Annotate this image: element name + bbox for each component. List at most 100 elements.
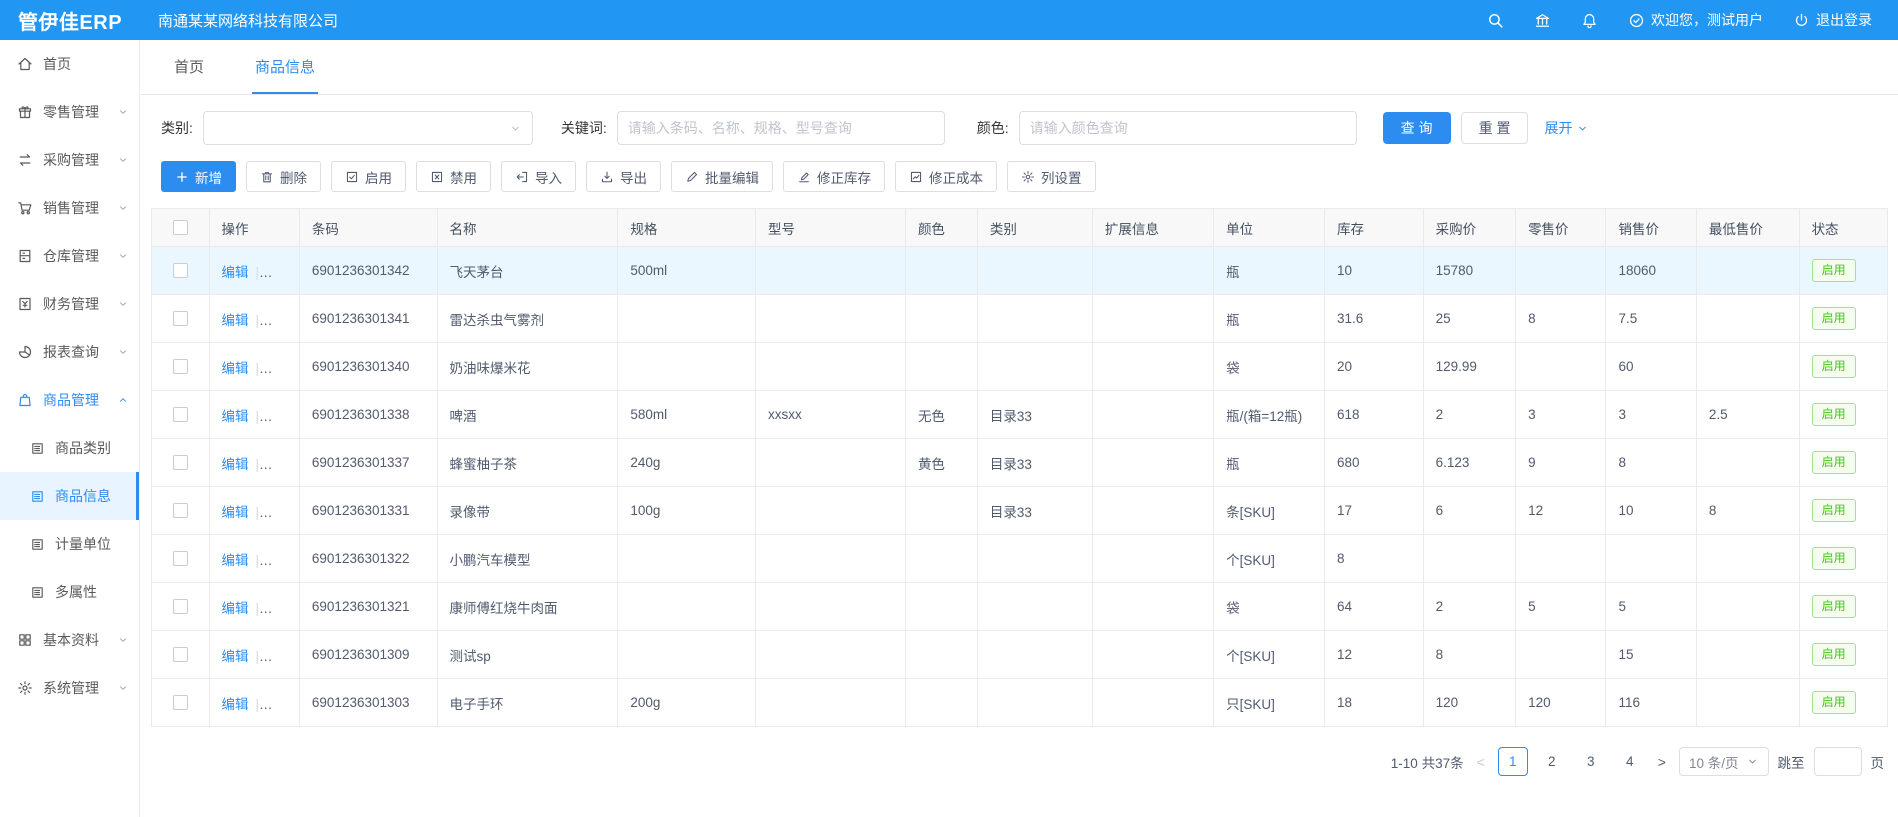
edit-link[interactable]: 编辑 bbox=[222, 505, 249, 520]
search-icon[interactable] bbox=[1487, 12, 1504, 29]
cell-retail bbox=[1516, 343, 1606, 391]
keyword-input[interactable] bbox=[617, 111, 945, 145]
edit-link[interactable]: 编辑 bbox=[222, 601, 249, 616]
edit-link[interactable]: 编辑 bbox=[222, 649, 249, 664]
bell-icon[interactable] bbox=[1581, 12, 1598, 29]
cell-spec: 500ml bbox=[618, 247, 756, 295]
row-checkbox[interactable] bbox=[173, 455, 188, 470]
column-header: 颜色 bbox=[905, 209, 977, 247]
sidebar-item-goods-category[interactable]: 商品类别 bbox=[0, 424, 139, 472]
row-checkbox[interactable] bbox=[173, 551, 188, 566]
cell-category bbox=[977, 247, 1092, 295]
cell-unit: 瓶/(箱=12瓶) bbox=[1214, 391, 1325, 439]
prev-page-button[interactable]: < bbox=[1473, 754, 1489, 770]
fix-stock-button[interactable]: 修正库存 bbox=[783, 161, 885, 192]
edit-link[interactable]: 编辑 bbox=[222, 697, 249, 712]
cell-sale: 8 bbox=[1606, 439, 1696, 487]
sidebar-item-attributes[interactable]: 多属性 bbox=[0, 568, 139, 616]
import-button[interactable]: 导入 bbox=[501, 161, 576, 192]
color-label: 颜色: bbox=[977, 118, 1009, 138]
cell-name: 录像带 bbox=[437, 487, 618, 535]
cell-stock: 12 bbox=[1325, 631, 1424, 679]
status-badge: 启用 bbox=[1812, 691, 1856, 713]
sidebar-item-label: 计量单位 bbox=[55, 534, 111, 554]
expand-link[interactable]: 展开 bbox=[1544, 118, 1589, 138]
delete-button[interactable]: 删除 bbox=[246, 161, 321, 192]
sidebar-item-purchase[interactable]: 采购管理 bbox=[0, 136, 139, 184]
sidebar-item-units[interactable]: 计量单位 bbox=[0, 520, 139, 568]
import-icon bbox=[515, 170, 529, 184]
batch-edit-button[interactable]: 批量编辑 bbox=[671, 161, 773, 192]
button-label: 列设置 bbox=[1041, 167, 1082, 187]
disable-button[interactable]: 禁用 bbox=[416, 161, 491, 192]
edit-link[interactable]: 编辑 bbox=[222, 313, 249, 328]
sidebar-item-goods-info[interactable]: 商品信息 bbox=[0, 472, 139, 520]
sidebar-item-goods[interactable]: 商品管理 bbox=[0, 376, 139, 424]
edit-link[interactable]: 编辑 bbox=[222, 265, 249, 280]
row-checkbox[interactable] bbox=[173, 647, 188, 662]
row-checkbox[interactable] bbox=[173, 359, 188, 374]
edit-link[interactable]: 编辑 bbox=[222, 409, 249, 424]
edit-link[interactable]: 编辑 bbox=[222, 361, 249, 376]
select-all-checkbox[interactable] bbox=[173, 220, 188, 235]
search-button[interactable]: 查 询 bbox=[1383, 112, 1451, 144]
app-header: 管伊佳ERP 南通某某网络科技有限公司 欢迎您，测试用户 退出登录 bbox=[0, 0, 1898, 40]
page-button-1[interactable]: 1 bbox=[1498, 747, 1528, 776]
column-header: 类别 bbox=[977, 209, 1092, 247]
bank-icon[interactable] bbox=[1534, 12, 1551, 29]
tab-home[interactable]: 首页 bbox=[171, 40, 207, 94]
chevron-down-icon bbox=[1576, 122, 1589, 135]
add-button[interactable]: 新增 bbox=[161, 161, 236, 192]
sidebar-item-retail[interactable]: 零售管理 bbox=[0, 88, 139, 136]
column-settings-button[interactable]: 列设置 bbox=[1007, 161, 1096, 192]
table-row: 编辑|删除6901236301341雷达杀虫气雾剂瓶31.62587.5启用 bbox=[152, 295, 1888, 343]
sidebar-item-home[interactable]: 首页 bbox=[0, 40, 139, 88]
enable-button[interactable]: 启用 bbox=[331, 161, 406, 192]
user-menu[interactable]: 欢迎您，测试用户 bbox=[1628, 10, 1763, 30]
sidebar-item-sales[interactable]: 销售管理 bbox=[0, 184, 139, 232]
tab-goods-info[interactable]: 商品信息 bbox=[252, 40, 318, 94]
page-button-3[interactable]: 3 bbox=[1576, 747, 1606, 776]
edit-icon bbox=[685, 170, 699, 184]
sidebar-menu: 首页零售管理采购管理销售管理仓库管理财务管理报表查询商品管理商品类别商品信息计量… bbox=[0, 40, 140, 817]
sidebar-item-finance[interactable]: 财务管理 bbox=[0, 280, 139, 328]
tab-bar: 首页 商品信息 bbox=[141, 40, 1898, 95]
next-page-button[interactable]: > bbox=[1654, 754, 1670, 770]
edit-link[interactable]: 编辑 bbox=[222, 457, 249, 472]
page-button-4[interactable]: 4 bbox=[1615, 747, 1645, 776]
cell-purchase: 120 bbox=[1423, 679, 1515, 727]
cell-model bbox=[755, 247, 905, 295]
row-checkbox[interactable] bbox=[173, 695, 188, 710]
sidebar-item-system[interactable]: 系统管理 bbox=[0, 664, 139, 712]
cell-purchase: 25 bbox=[1423, 295, 1515, 343]
logout-button[interactable]: 退出登录 bbox=[1793, 10, 1872, 30]
edit-line-icon bbox=[797, 170, 811, 184]
list-icon bbox=[30, 441, 45, 456]
row-checkbox[interactable] bbox=[173, 263, 188, 278]
row-checkbox[interactable] bbox=[173, 599, 188, 614]
cell-spec bbox=[618, 631, 756, 679]
row-checkbox[interactable] bbox=[173, 503, 188, 518]
fix-cost-button[interactable]: 修正成本 bbox=[895, 161, 997, 192]
button-label: 禁用 bbox=[450, 167, 477, 187]
cell-unit: 条[SKU] bbox=[1214, 487, 1325, 535]
cell-min bbox=[1696, 631, 1799, 679]
filter-bar: 类别: 关键词: 颜色: 查 询 重 置 展开 bbox=[151, 109, 1888, 145]
chevron-down-icon bbox=[117, 682, 129, 694]
cell-category bbox=[977, 631, 1092, 679]
jump-page-input[interactable] bbox=[1814, 747, 1862, 776]
edit-link[interactable]: 编辑 bbox=[222, 553, 249, 568]
page-button-2[interactable]: 2 bbox=[1537, 747, 1567, 776]
sidebar-item-basic-data[interactable]: 基本资料 bbox=[0, 616, 139, 664]
page-size-select[interactable]: 10 条/页 bbox=[1679, 747, 1769, 776]
sidebar-item-warehouse[interactable]: 仓库管理 bbox=[0, 232, 139, 280]
row-checkbox[interactable] bbox=[173, 407, 188, 422]
export-button[interactable]: 导出 bbox=[586, 161, 661, 192]
cell-unit: 袋 bbox=[1214, 343, 1325, 391]
color-input[interactable] bbox=[1019, 111, 1357, 145]
sidebar-item-reports[interactable]: 报表查询 bbox=[0, 328, 139, 376]
warehouse-icon bbox=[17, 248, 33, 264]
reset-button[interactable]: 重 置 bbox=[1461, 112, 1529, 144]
category-select[interactable] bbox=[203, 111, 533, 145]
row-checkbox[interactable] bbox=[173, 311, 188, 326]
